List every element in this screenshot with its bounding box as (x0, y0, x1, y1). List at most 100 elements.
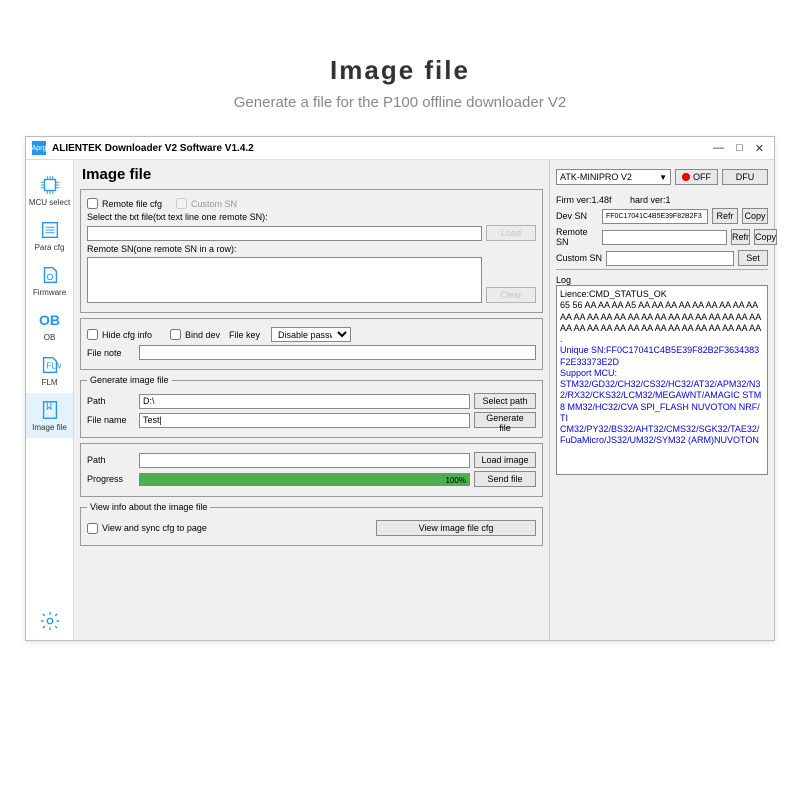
set-button[interactable]: Set (738, 250, 768, 266)
load-path-input[interactable] (139, 453, 470, 468)
cfg-group: Hide cfg info Bind dev File key Disable … (80, 318, 543, 370)
app-icon: Aprg (32, 141, 46, 155)
send-file-button[interactable]: Send file (474, 471, 536, 487)
custom-sn-input[interactable] (606, 251, 734, 266)
file-name-label: File name (87, 415, 135, 425)
view-sync-checkbox[interactable] (87, 523, 98, 534)
remote-sn-textarea[interactable] (87, 257, 482, 303)
sidebar-item-settings[interactable] (26, 604, 73, 640)
firm-ver-label: Firm ver:1.48f (556, 195, 626, 205)
off-button[interactable]: OFF (675, 169, 718, 185)
progress-bar: 100% (139, 473, 470, 486)
bind-dev-checkbox[interactable] (170, 329, 181, 340)
dev-sn-label: Dev SN (556, 211, 598, 221)
sidebar-item-label: OB (44, 333, 56, 342)
txt-file-input[interactable] (87, 226, 482, 241)
log-line: Support MCU: (560, 368, 764, 379)
select-path-button[interactable]: Select path (474, 393, 536, 409)
generate-legend: Generate image file (87, 375, 172, 385)
load-button: Load (486, 225, 536, 241)
sidebar-item-label: MCU select (29, 198, 70, 207)
titlebar: Aprg ALIENTEK Downloader V2 Software V1.… (26, 137, 774, 160)
load-image-button[interactable]: Load image (474, 452, 536, 468)
sidebar-item-label: Para cfg (35, 243, 65, 252)
log-line: Unique SN:FF0C17041C4B5E39F82B2F3634383F… (560, 345, 764, 368)
sidebar-item-flm[interactable]: FLM FLM (26, 348, 73, 393)
view-sync-label: View and sync cfg to page (102, 523, 222, 533)
sidebar-item-image-file[interactable]: Image file (26, 393, 73, 438)
log-label: Log (556, 275, 571, 285)
hide-cfg-label: Hide cfg info (102, 330, 166, 340)
view-info-group: View info about the image file View and … (80, 502, 543, 546)
path2-label: Path (87, 455, 135, 465)
device-value: ATK-MINIPRO V2 (560, 172, 632, 182)
remote-sn-label: Remote SN(one remote SN in a row): (87, 244, 237, 254)
minimize-icon[interactable]: — (713, 142, 724, 155)
remote-sn-input[interactable] (602, 230, 727, 245)
log-line: STM32/GD32/CH32/CS32/HC32/AT32/APM32/N32… (560, 379, 764, 424)
main-panel: Image file Remote file cfg Custom SN Sel… (74, 160, 549, 640)
window-title: ALIENTEK Downloader V2 Software V1.4.2 (52, 143, 713, 154)
sidebar-item-ob[interactable]: OB OB (26, 303, 73, 348)
gear-icon (39, 610, 61, 632)
load-send-group: Path Load image Progress 100% Send file (80, 443, 543, 497)
copy-button-2[interactable]: Copy (754, 229, 777, 245)
hard-ver-label: hard ver:1 (630, 195, 678, 205)
file-name-input[interactable] (139, 413, 470, 428)
banner-title: Image file (0, 55, 800, 86)
flm-icon: FLM (39, 354, 61, 376)
sidebar: MCU select Para cfg Firmware OB OB FLM F… (26, 160, 74, 640)
log-line: 65 56 AA AA AA A5 AA AA AA AA AA AA AA A… (560, 300, 764, 345)
remote-file-cfg-checkbox[interactable] (87, 198, 98, 209)
sidebar-item-mcu-select[interactable]: MCU select (26, 168, 73, 213)
progress-label: Progress (87, 474, 135, 484)
svg-text:FLM: FLM (46, 362, 61, 371)
generate-file-button[interactable]: Generate file (474, 412, 536, 428)
select-txt-label: Select the txt file(txt text line one re… (87, 212, 268, 222)
remote-file-group: Remote file cfg Custom SN Select the txt… (80, 189, 543, 313)
sidebar-item-label: Firmware (33, 288, 66, 297)
file-key-select[interactable]: Disable passw (271, 327, 351, 342)
file-key-label: File key (229, 330, 267, 340)
view-info-legend: View info about the image file (87, 502, 210, 512)
sidebar-item-label: Image file (32, 423, 67, 432)
copy-button-1[interactable]: Copy (742, 208, 768, 224)
path-label: Path (87, 396, 135, 406)
log-line: Lience:CMD_STATUS_OK (560, 289, 764, 300)
dev-sn-input[interactable] (602, 209, 708, 224)
sidebar-item-para-cfg[interactable]: Para cfg (26, 213, 73, 258)
clear-button: Clear (486, 287, 536, 303)
file-note-label: File note (87, 348, 135, 358)
path-input[interactable] (139, 394, 470, 409)
sidebar-item-firmware[interactable]: Firmware (26, 258, 73, 303)
right-panel: ATK-MINIPRO V2 ▼ OFF DFU Firm ver:1.48f … (549, 160, 774, 640)
progress-text: 100% (446, 474, 466, 487)
refr-button-1[interactable]: Refr (712, 208, 738, 224)
device-dropdown[interactable]: ATK-MINIPRO V2 ▼ (556, 169, 671, 185)
file-note-input[interactable] (139, 345, 536, 360)
app-window: Aprg ALIENTEK Downloader V2 Software V1.… (25, 136, 775, 641)
hide-cfg-checkbox[interactable] (87, 329, 98, 340)
bind-dev-label: Bind dev (185, 330, 225, 340)
banner: Image file Generate a file for the P100 … (0, 0, 800, 126)
log-box: Lience:CMD_STATUS_OK 65 56 AA AA AA A5 A… (556, 285, 768, 475)
remote-file-cfg-label: Remote file cfg (102, 199, 172, 209)
ob-icon: OB (39, 309, 61, 331)
custom-sn-label: Custom SN (191, 199, 239, 209)
custom-sn-label2: Custom SN (556, 253, 602, 263)
remote-sn-label2: Remote SN (556, 227, 598, 247)
generate-group: Generate image file Path Select path Fil… (80, 375, 543, 438)
dfu-button[interactable]: DFU (722, 169, 768, 185)
banner-subtitle: Generate a file for the P100 offline dow… (0, 94, 800, 111)
firmware-icon (39, 264, 61, 286)
view-image-cfg-button[interactable]: View image file cfg (376, 520, 536, 536)
custom-sn-checkbox (176, 198, 187, 209)
sidebar-item-label: FLM (42, 378, 58, 387)
close-icon[interactable]: ✕ (755, 142, 764, 155)
list-icon (39, 219, 61, 241)
refr-button-2[interactable]: Refr (731, 229, 750, 245)
chip-icon (39, 174, 61, 196)
page-title: Image file (82, 166, 543, 183)
log-line: CM32/PY32/BS32/AHT32/CMS32/SGK32/TAE32/F… (560, 424, 764, 447)
maximize-icon[interactable]: □ (736, 142, 743, 155)
